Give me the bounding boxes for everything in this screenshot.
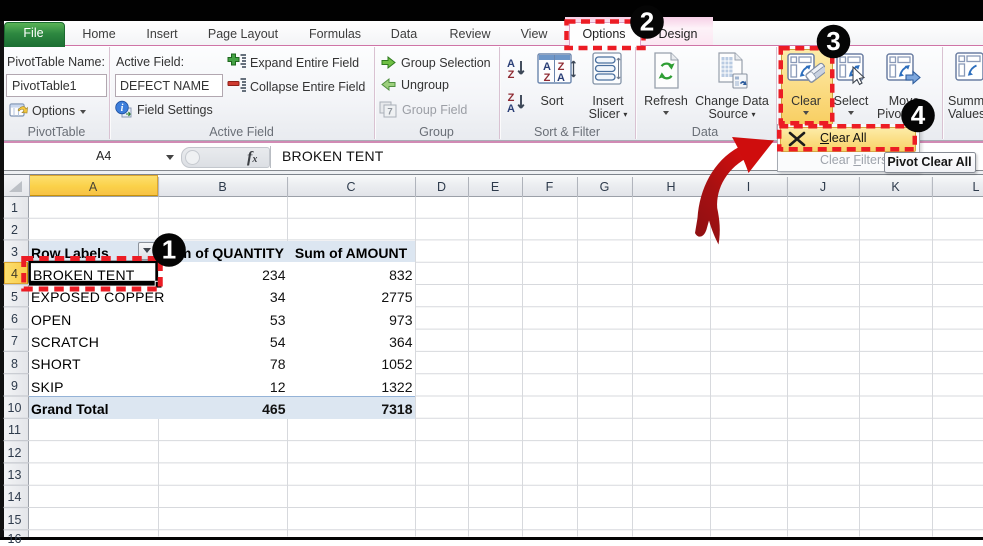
svg-text:4: 4 — [911, 100, 926, 130]
svg-text:1: 1 — [162, 235, 176, 265]
svg-text:2: 2 — [640, 7, 654, 37]
svg-text:3: 3 — [826, 26, 840, 56]
